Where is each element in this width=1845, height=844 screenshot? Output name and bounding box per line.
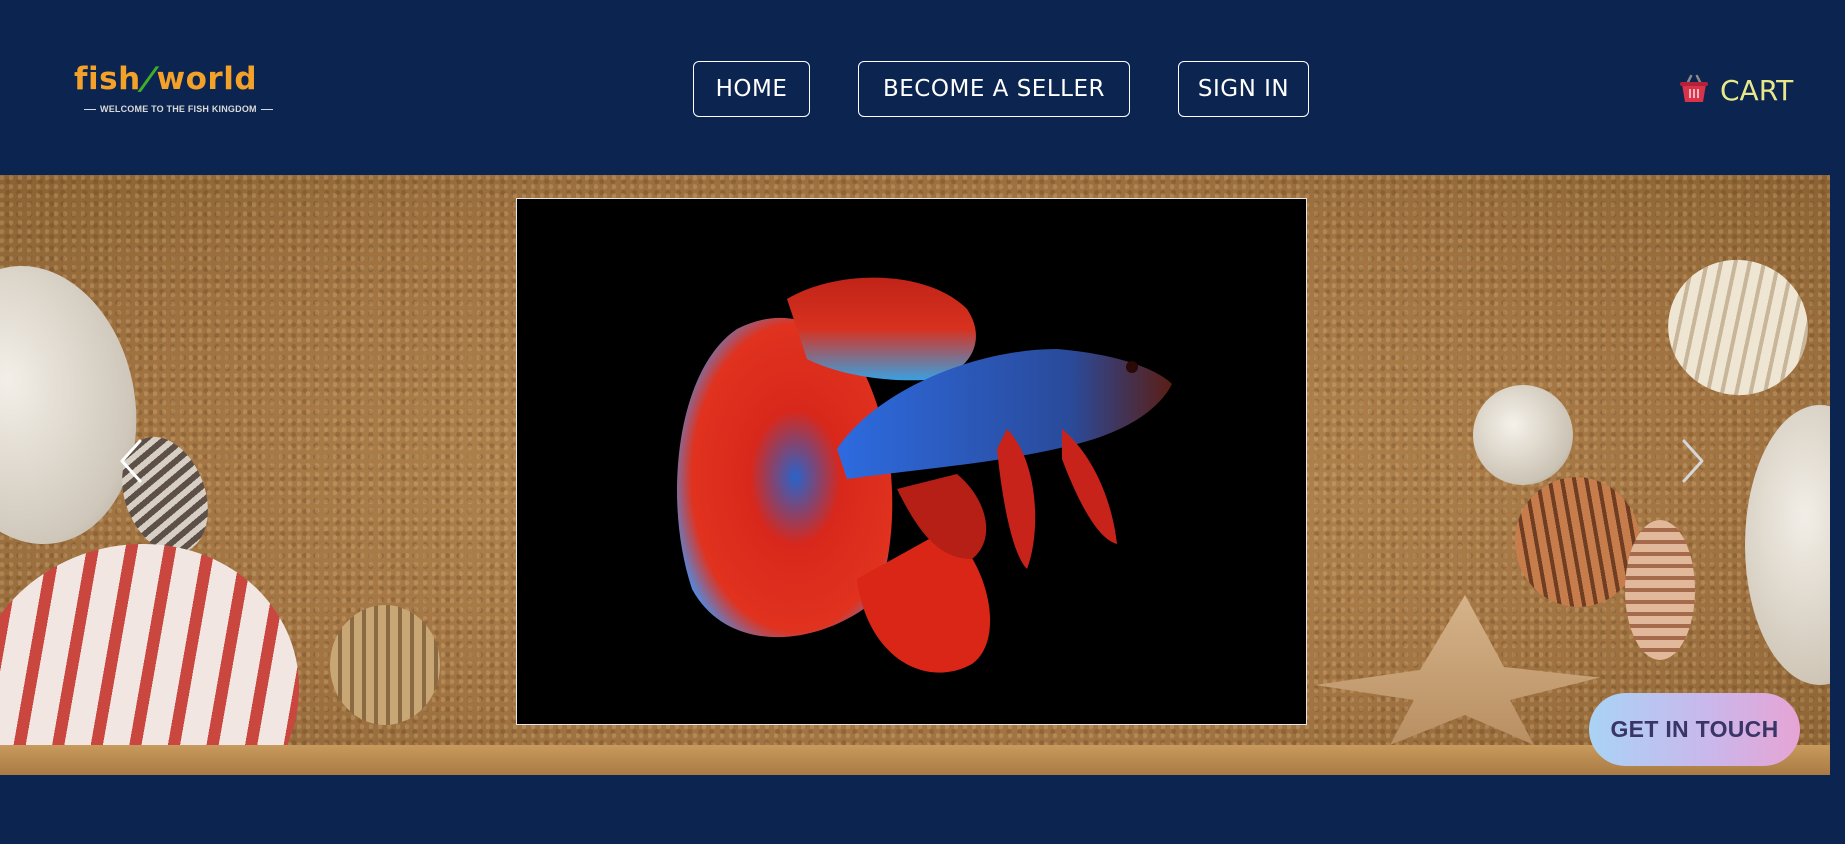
logo-wordmark: fish/world (74, 61, 258, 97)
chevron-right-icon[interactable] (1678, 438, 1708, 484)
nav-sign-in-button[interactable]: SIGN IN (1178, 61, 1309, 117)
site-header: fish/world WELCOME TO THE FISH KINGDOM H… (0, 0, 1845, 175)
starfish-decoration (1315, 595, 1600, 745)
shopping-basket-icon (1676, 72, 1712, 108)
chevron-left-icon[interactable] (116, 438, 146, 484)
seashell-decoration (1745, 405, 1830, 685)
get-in-touch-button[interactable]: GET IN TOUCH (1589, 693, 1800, 766)
cart-label: CART (1720, 73, 1794, 107)
carousel-slide-image (516, 198, 1307, 725)
site-logo[interactable]: fish/world WELCOME TO THE FISH KINGDOM (74, 61, 274, 120)
seashell-decoration (330, 605, 440, 725)
page-edge (1830, 175, 1845, 775)
logo-word-fish: fish (74, 61, 141, 97)
logo-tagline: WELCOME TO THE FISH KINGDOM (80, 104, 262, 114)
seashell-decoration (1655, 246, 1821, 409)
nav-home-button[interactable]: HOME (693, 61, 810, 117)
sand-strip (0, 745, 1830, 775)
seashell-decoration (1625, 520, 1695, 660)
seashell-decoration (1473, 385, 1573, 485)
logo-word-world: world (156, 61, 258, 97)
logo-leaf-icon: / (138, 61, 159, 97)
nav-become-seller-button[interactable]: BECOME A SELLER (858, 61, 1130, 117)
betta-fish-image (677, 277, 1172, 673)
cart-link[interactable]: CART (1676, 70, 1793, 110)
seashell-decoration (0, 507, 334, 775)
